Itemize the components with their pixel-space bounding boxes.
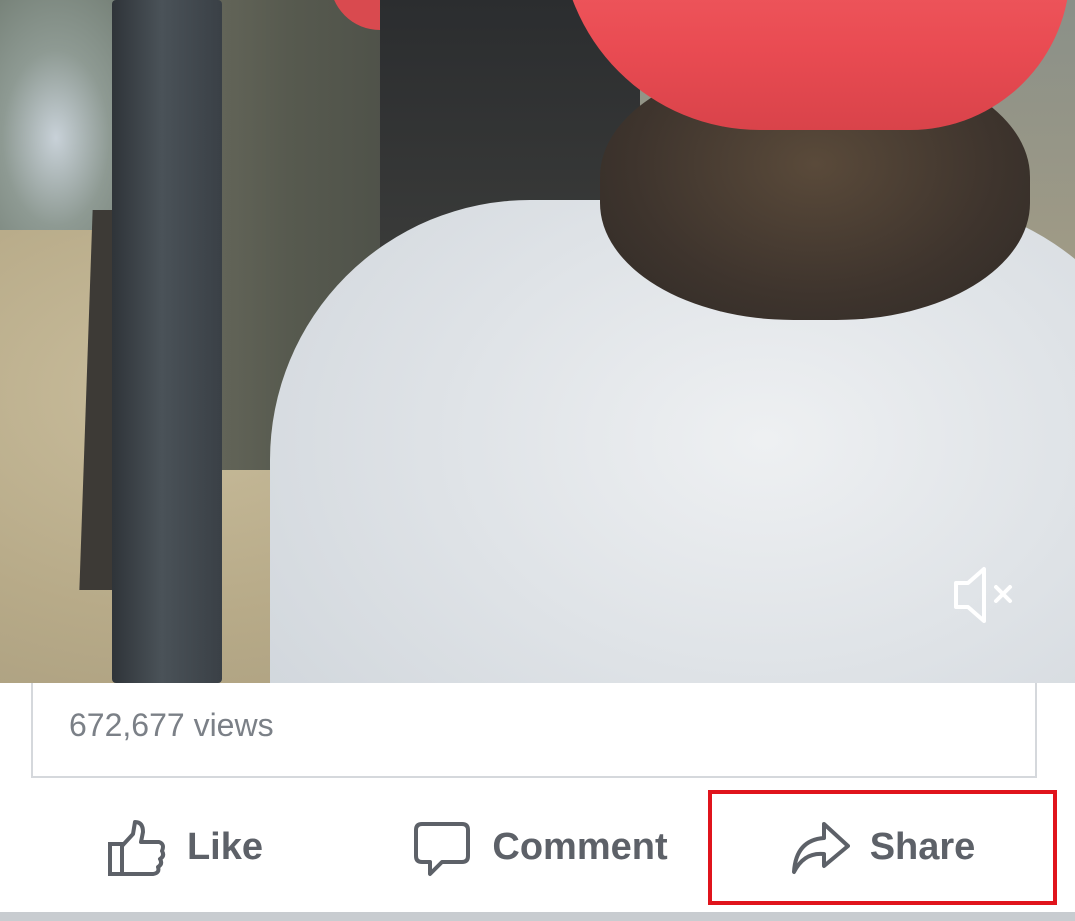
- share-button[interactable]: Share: [708, 790, 1057, 905]
- like-label: Like: [186, 826, 264, 868]
- comment-button[interactable]: Comment: [395, 790, 685, 905]
- video-frame-pole: [112, 0, 222, 683]
- share-label: Share: [869, 826, 976, 868]
- post-stats-box: 672,677 views: [31, 683, 1037, 778]
- video-player[interactable]: [0, 0, 1075, 683]
- view-count: 672,677 views: [69, 707, 274, 743]
- speaker-muted-icon[interactable]: [950, 563, 1020, 627]
- comment-label: Comment: [492, 826, 668, 868]
- speech-bubble-icon: [414, 821, 471, 876]
- like-button[interactable]: Like: [80, 790, 290, 905]
- bottom-divider: [0, 912, 1075, 921]
- thumbs-up-icon: [107, 819, 166, 876]
- post-action-bar: Like Comment Share: [0, 790, 1075, 910]
- share-arrow-icon: [791, 821, 850, 874]
